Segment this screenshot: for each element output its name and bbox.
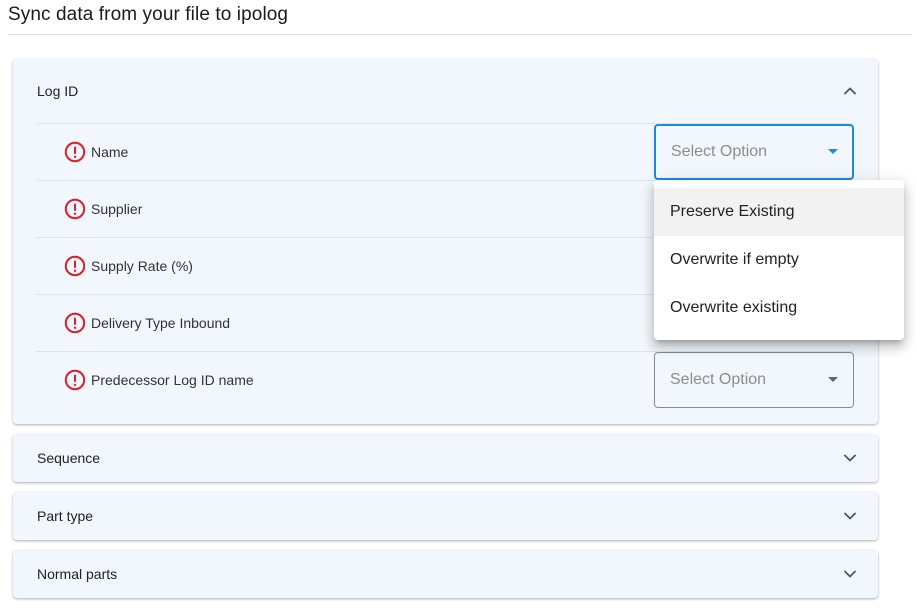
predecessor-option-select[interactable]: Select Option bbox=[654, 352, 854, 408]
chevron-down-icon[interactable] bbox=[842, 508, 858, 524]
field-row-predecessor-log-id-name: Predecessor Log ID name Select Option bbox=[37, 351, 854, 408]
section-title: Sequence bbox=[37, 450, 101, 466]
option-dropdown-menu: Preserve Existing Overwrite if empty Ove… bbox=[654, 180, 904, 340]
chevron-up-icon[interactable] bbox=[842, 83, 858, 99]
chevron-down-icon[interactable] bbox=[842, 450, 858, 466]
error-circle-icon bbox=[64, 198, 86, 220]
error-circle-icon bbox=[64, 141, 86, 163]
section-title: Log ID bbox=[37, 83, 79, 99]
section-sequence: Sequence bbox=[13, 434, 878, 482]
section-sequence-header[interactable]: Sequence bbox=[13, 434, 878, 482]
section-title: Normal parts bbox=[37, 566, 118, 582]
section-title: Part type bbox=[37, 508, 94, 524]
field-label: Supplier bbox=[91, 201, 143, 217]
menu-item-overwrite-existing[interactable]: Overwrite existing bbox=[654, 284, 904, 332]
dropdown-arrow-icon bbox=[828, 149, 838, 154]
section-normal-parts: Normal parts bbox=[13, 550, 878, 598]
select-placeholder: Select Option bbox=[671, 143, 768, 160]
page-title: Sync data from your file to ipolog bbox=[8, 4, 289, 25]
field-label: Name bbox=[91, 144, 129, 160]
name-option-select[interactable]: Select Option bbox=[654, 124, 854, 180]
field-label: Delivery Type Inbound bbox=[91, 315, 231, 331]
select-placeholder: Select Option bbox=[670, 371, 767, 388]
menu-item-overwrite-if-empty[interactable]: Overwrite if empty bbox=[654, 236, 904, 284]
field-row-name: Name Select Option bbox=[37, 123, 854, 180]
error-circle-icon bbox=[64, 312, 86, 334]
section-log-id-header[interactable]: Log ID bbox=[13, 59, 878, 123]
menu-item-preserve-existing[interactable]: Preserve Existing bbox=[654, 188, 904, 236]
error-circle-icon bbox=[64, 369, 86, 391]
section-part-type: Part type bbox=[13, 492, 878, 540]
error-circle-icon bbox=[64, 255, 86, 277]
chevron-down-icon[interactable] bbox=[842, 566, 858, 582]
section-part-type-header[interactable]: Part type bbox=[13, 492, 878, 540]
field-label: Predecessor Log ID name bbox=[91, 372, 254, 388]
title-divider bbox=[8, 34, 912, 35]
dropdown-arrow-icon bbox=[828, 377, 838, 382]
section-normal-parts-header[interactable]: Normal parts bbox=[13, 550, 878, 598]
field-label: Supply Rate (%) bbox=[91, 258, 193, 274]
